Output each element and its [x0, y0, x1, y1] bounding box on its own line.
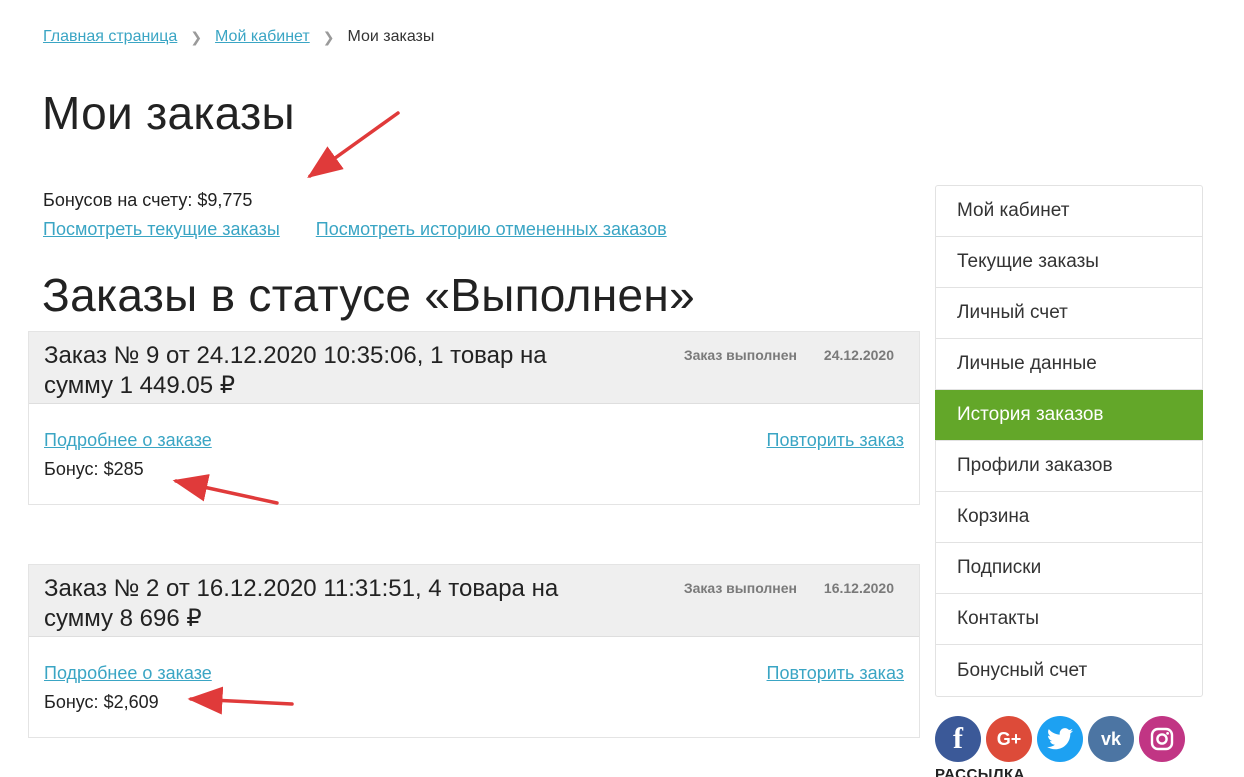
vk-icon[interactable]: vk	[1088, 716, 1134, 762]
instagram-icon[interactable]	[1139, 716, 1185, 762]
breadcrumb-current: Мои заказы	[347, 28, 435, 45]
order-bonus: Бонус: $2,609	[44, 692, 159, 712]
order-header: Заказ № 9 от 24.12.2020 10:35:06, 1 това…	[29, 332, 919, 404]
annotation-arrow-icon	[307, 111, 400, 179]
sidebar-item-bonus-account[interactable]: Бонусный счет	[936, 645, 1202, 696]
breadcrumb: Главная страница ❯ Мой кабинет ❯ Мои зак…	[43, 28, 434, 46]
twitter-icon[interactable]	[1037, 716, 1083, 762]
order-date: 16.12.2020	[823, 580, 894, 596]
page-title: Мои заказы	[42, 87, 295, 139]
repeat-order-link[interactable]: Повторить заказ	[767, 663, 904, 684]
sidebar-nav: Мой кабинет Текущие заказы Личный счет Л…	[935, 185, 1203, 697]
sidebar-item-contacts[interactable]: Контакты	[936, 594, 1202, 645]
order-date: 24.12.2020	[823, 347, 894, 363]
bonus-total: Бонусов на счету: $9,775	[43, 190, 253, 210]
cancelled-orders-link[interactable]: Посмотреть историю отмененных заказов	[316, 219, 667, 240]
breadcrumb-home-link[interactable]: Главная страница	[43, 28, 177, 46]
sidebar-item-personal-data[interactable]: Личные данные	[936, 339, 1202, 390]
sidebar-item-order-profiles[interactable]: Профили заказов	[936, 441, 1202, 492]
order-filter-links: Посмотреть текущие заказы Посмотреть ист…	[43, 219, 667, 240]
google-plus-icon[interactable]: G+	[986, 716, 1032, 762]
sidebar-item-personal-account[interactable]: Личный счет	[936, 288, 1202, 339]
sidebar-item-current-orders[interactable]: Текущие заказы	[936, 237, 1202, 288]
order-status: Заказ выполнен	[683, 580, 797, 596]
order-title: Заказ № 2 от 16.12.2020 11:31:51, 4 това…	[44, 575, 559, 632]
sidebar-item-subscriptions[interactable]: Подписки	[936, 543, 1202, 594]
sidebar-item-cart[interactable]: Корзина	[936, 492, 1202, 543]
sidebar-item-order-history[interactable]: История заказов	[935, 390, 1203, 441]
sidebar-item-my-cabinet[interactable]: Мой кабинет	[936, 186, 1202, 237]
order-card: Заказ № 9 от 24.12.2020 10:35:06, 1 това…	[28, 331, 920, 505]
order-card: Заказ № 2 от 16.12.2020 11:31:51, 4 това…	[28, 564, 920, 738]
order-details-link[interactable]: Подробнее о заказе	[44, 430, 212, 451]
section-title: Заказы в статусе «Выполнен»	[42, 269, 695, 321]
current-orders-link[interactable]: Посмотреть текущие заказы	[43, 219, 280, 240]
order-bonus: Бонус: $285	[44, 459, 144, 479]
order-status: Заказ выполнен	[683, 347, 797, 363]
order-details-link[interactable]: Подробнее о заказе	[44, 663, 212, 684]
facebook-icon[interactable]: f	[935, 716, 981, 762]
newsletter-heading: РАССЫЛКА	[935, 766, 1026, 777]
order-header: Заказ № 2 от 16.12.2020 11:31:51, 4 това…	[29, 565, 919, 637]
breadcrumb-cabinet-link[interactable]: Мой кабинет	[215, 28, 310, 46]
order-title: Заказ № 9 от 24.12.2020 10:35:06, 1 това…	[44, 342, 547, 399]
repeat-order-link[interactable]: Повторить заказ	[767, 430, 904, 451]
order-body: Подробнее о заказе Повторить заказ Бонус…	[29, 404, 919, 504]
social-links: f G+ vk	[935, 716, 1185, 762]
order-body: Подробнее о заказе Повторить заказ Бонус…	[29, 637, 919, 737]
breadcrumb-separator-icon: ❯	[190, 28, 203, 45]
breadcrumb-separator-icon: ❯	[322, 28, 335, 45]
